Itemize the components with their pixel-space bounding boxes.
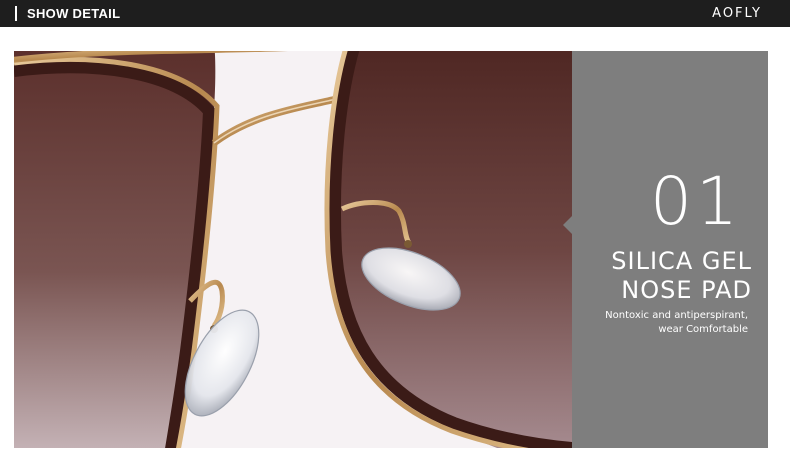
section-title: SHOW DETAIL (27, 6, 121, 21)
feature-description: Nontoxic and antiperspirant, wear Comfor… (605, 309, 748, 337)
sunglasses-closeup-image (14, 51, 572, 448)
product-photo (14, 51, 572, 448)
feature-title-line1: SILICA GEL (611, 247, 752, 275)
feature-title: SILICA GEL NOSE PAD (611, 247, 752, 305)
header-accent-line (15, 6, 17, 21)
feature-description-line1: Nontoxic and antiperspirant, (605, 310, 748, 321)
feature-panel: 01 SILICA GEL NOSE PAD Nontoxic and anti… (563, 51, 768, 448)
feature-title-line2: NOSE PAD (621, 276, 752, 304)
header-bar: SHOW DETAIL AOFLY (0, 0, 790, 27)
panel-pointer (563, 216, 572, 234)
feature-number: 01 (650, 163, 742, 240)
feature-description-line2: wear Comfortable (658, 324, 748, 335)
brand-logo: AOFLY (712, 6, 762, 21)
